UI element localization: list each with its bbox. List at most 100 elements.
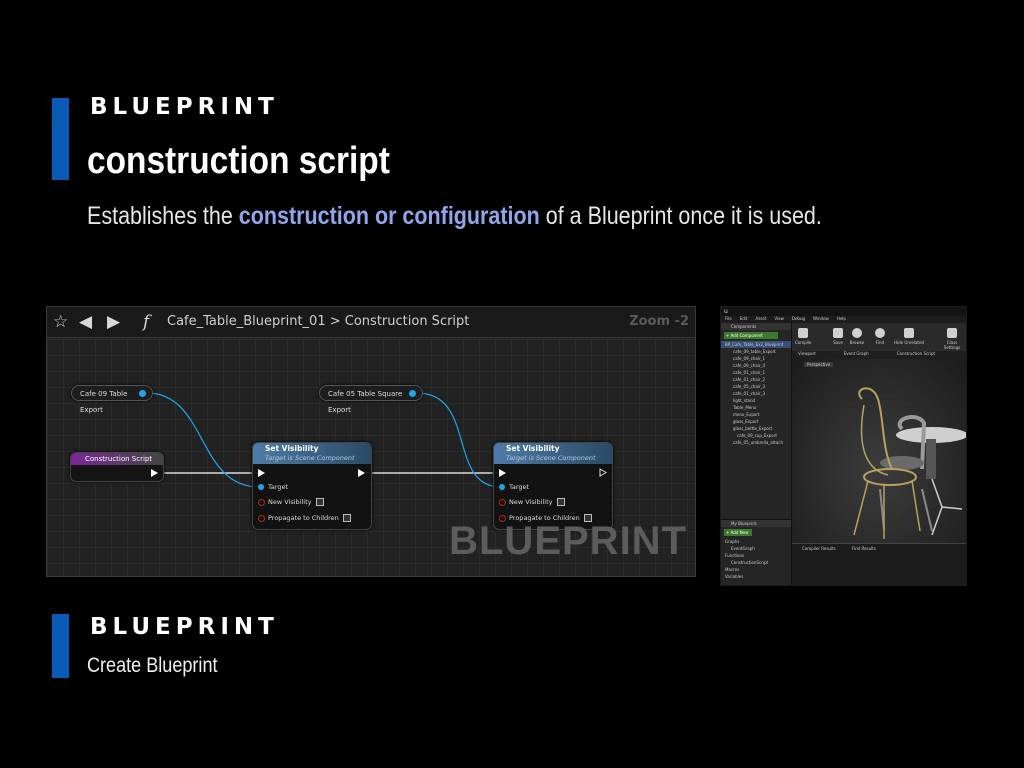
exec-in-pin[interactable]: [258, 469, 265, 477]
tree-item[interactable]: Table_Menu: [721, 404, 791, 411]
propagate-checkbox[interactable]: [342, 514, 351, 522]
my-blueprint-panel: My Blueprint + Add New Graphs EventGraph…: [721, 519, 791, 585]
tree-item[interactable]: cafe_09_cup_Export: [721, 432, 791, 439]
construction-script-node[interactable]: Construction Script: [70, 452, 164, 482]
section-variables[interactable]: Variables: [721, 573, 791, 580]
tree-item[interactable]: BP_Cafe_Table_Ex2_Blueprint: [721, 341, 791, 348]
section-label: BLUEPRINT: [90, 94, 279, 120]
var-node-cafe09[interactable]: Cafe 09 Table Export: [71, 385, 153, 414]
item-constructionscript[interactable]: ConstructionScript: [721, 559, 791, 566]
add-component-button[interactable]: + Add Component: [724, 332, 778, 339]
hide-unrelated-icon: [904, 328, 914, 338]
visibility-pin[interactable]: [258, 499, 265, 506]
node-subtitle: Target is Scene Component: [265, 454, 355, 462]
tree-item[interactable]: glass_Export: [721, 418, 791, 425]
compile-button[interactable]: Compile: [795, 326, 811, 348]
tree-item[interactable]: cafe_09_table_Export: [721, 348, 791, 355]
item-eventgraph[interactable]: EventGraph: [721, 545, 791, 552]
results-panel: Compiler Results Find Results: [792, 543, 966, 585]
menu-asset[interactable]: Asset: [755, 316, 766, 321]
node-title: Set Visibility: [506, 444, 560, 453]
tree-item[interactable]: menu_Export: [721, 411, 791, 418]
section-macros[interactable]: Macros: [721, 566, 791, 573]
editor-toolbar: Compile Save Browse Find Hide Unrelated …: [792, 323, 966, 352]
output-pin[interactable]: [139, 390, 146, 397]
chair-model: [853, 387, 966, 539]
browse-icon: [852, 328, 862, 338]
tree-item[interactable]: light_stand: [721, 397, 791, 404]
description-post: of a Blueprint once it is used.: [539, 202, 822, 230]
visibility-checkbox[interactable]: [556, 498, 565, 506]
save-label: Save: [833, 340, 843, 345]
tab-viewport[interactable]: Viewport: [798, 351, 816, 356]
menu-file[interactable]: File: [725, 316, 732, 321]
visibility-pin[interactable]: [499, 499, 506, 506]
section-graphs[interactable]: Graphs: [721, 538, 791, 545]
menu-view[interactable]: View: [774, 316, 784, 321]
tree-item[interactable]: cafe_05_chair_3: [721, 383, 791, 390]
tree-item[interactable]: cafe_05_umbrella_attach: [721, 439, 791, 446]
tree-item[interactable]: cafe_01_chair_3: [721, 390, 791, 397]
viewport[interactable]: Perspective: [792, 359, 966, 543]
node-header: Set Visibility Target is Scene Component: [253, 443, 371, 464]
accent-bar-bottom: [52, 614, 69, 678]
pin-label-target: Target: [268, 483, 289, 491]
compile-icon: [798, 328, 808, 338]
tree-item[interactable]: cafe_01_chair_2: [721, 376, 791, 383]
tab-construction-script[interactable]: Construction Script: [897, 351, 935, 356]
var-node-cafe05[interactable]: Cafe 05 Table Square Export: [319, 385, 423, 414]
exec-in-pin[interactable]: [499, 469, 506, 477]
visibility-checkbox[interactable]: [315, 498, 324, 506]
description-highlight: construction or configuration: [238, 202, 540, 230]
exec-out-pin[interactable]: [358, 469, 365, 477]
footer-subtitle: Create Blueprint: [87, 654, 218, 677]
node-subtitle: Target is Scene Component: [506, 454, 596, 462]
target-pin[interactable]: [499, 484, 505, 490]
menu-window[interactable]: Window: [813, 316, 829, 321]
class-settings-button[interactable]: Class Settings: [938, 326, 966, 350]
pin-label-visibility: New Visibility: [268, 498, 312, 506]
browse-button[interactable]: Browse: [849, 326, 865, 348]
tree-item[interactable]: glass_bottle_Export: [721, 425, 791, 432]
menu-edit[interactable]: Edit: [740, 316, 748, 321]
propagate-pin[interactable]: [258, 515, 265, 522]
tree-item[interactable]: cafe_01_chair_1: [721, 369, 791, 376]
page-title: construction script: [87, 140, 390, 182]
hide-unrelated-button[interactable]: Hide Unrelated: [894, 326, 924, 348]
pin-label-propagate: Propagate to Children: [268, 514, 339, 522]
set-visibility-node-2[interactable]: Set Visibility Target is Scene Component…: [493, 442, 613, 530]
compile-label: Compile: [795, 340, 812, 345]
editor-menubar: File Edit Asset View Debug Window Help: [721, 316, 966, 323]
components-panel: Components + Add Component BP_Cafe_Table…: [721, 323, 792, 585]
save-button[interactable]: Save: [830, 326, 846, 348]
tab-event-graph[interactable]: Event Graph: [844, 351, 869, 356]
description-pre: Establishes the: [87, 202, 239, 230]
exec-out-hollow: [599, 468, 607, 477]
tree-item[interactable]: cafe_09_chair_4: [721, 362, 791, 369]
unreal-logo-icon: u: [724, 308, 728, 315]
pin-label-target: Target: [509, 483, 530, 491]
find-button[interactable]: Find: [872, 326, 888, 348]
tab-compiler-results[interactable]: Compiler Results: [802, 546, 836, 551]
section-functions[interactable]: Functions: [721, 552, 791, 559]
menu-help[interactable]: Help: [837, 316, 846, 321]
tree-item[interactable]: cafe_09_chair_1: [721, 355, 791, 362]
pin-label-visibility: New Visibility: [509, 498, 553, 506]
add-new-button[interactable]: + Add New: [724, 529, 752, 536]
class-settings-icon: [947, 328, 957, 338]
exec-out-pin[interactable]: [151, 469, 158, 477]
graph-watermark: BLUEPRINT: [449, 519, 687, 563]
menu-debug[interactable]: Debug: [792, 316, 805, 321]
output-pin[interactable]: [409, 390, 416, 397]
my-blueprint-tab[interactable]: My Blueprint: [721, 520, 791, 527]
set-visibility-node-1[interactable]: Set Visibility Target is Scene Component…: [252, 442, 372, 530]
tab-find-results[interactable]: Find Results: [852, 546, 876, 551]
construction-script-label: Construction Script: [71, 453, 163, 465]
editor-preview: u File Edit Asset View Debug Window Help Compo…: [720, 306, 967, 586]
target-pin[interactable]: [258, 484, 264, 490]
footer-section-label: BLUEPRINT: [90, 614, 279, 640]
save-icon: [833, 328, 843, 338]
editor-tabs: Viewport Event Graph Construction Script: [792, 351, 966, 359]
description: Establishes the construction or configur…: [87, 202, 822, 231]
accent-bar-top: [52, 98, 69, 180]
